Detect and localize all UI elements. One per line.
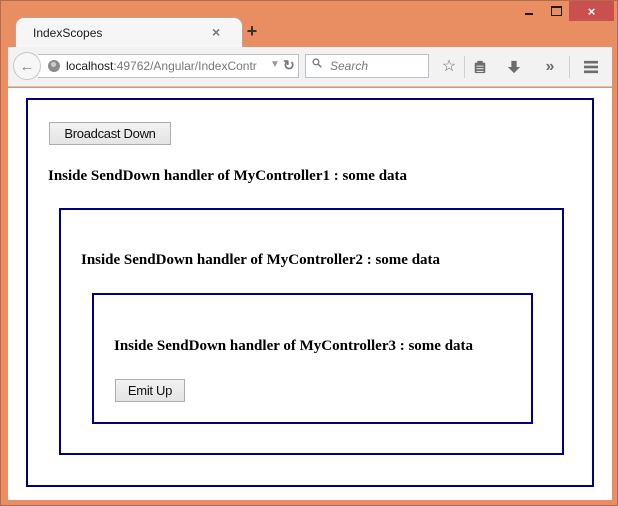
bookmark-star-icon[interactable]: ☆ — [438, 56, 460, 78]
close-window-button[interactable]: × — [569, 1, 614, 21]
minimize-icon — [525, 13, 533, 15]
new-tab-button[interactable]: + — [243, 21, 261, 41]
overflow-chevron-icon[interactable]: » — [539, 56, 561, 78]
url-text[interactable]: localhost:49762/Angular/IndexContr — [66, 59, 258, 73]
browser-tab[interactable]: IndexScopes × — [15, 17, 243, 48]
controller3-message: Inside SendDown handler of MyController3… — [114, 338, 474, 354]
download-icon[interactable] — [503, 56, 525, 78]
search-input[interactable]: Search — [305, 54, 429, 78]
reload-icon[interactable]: ↻ — [283, 57, 295, 74]
controller3-container: Inside SendDown handler of MyController3… — [92, 293, 533, 424]
search-icon — [312, 58, 322, 68]
globe-icon — [48, 60, 60, 72]
search-placeholder: Search — [330, 59, 369, 73]
browser-window: × IndexScopes × + localhost:49762/Angula… — [0, 0, 618, 506]
controller2-container: Inside SendDown handler of MyController2… — [59, 208, 564, 455]
close-icon: × — [587, 3, 596, 19]
controller1-message: Inside SendDown handler of MyController1… — [48, 168, 408, 184]
menu-icon[interactable] — [580, 56, 602, 78]
url-history-dropdown-icon[interactable]: ▼ — [270, 59, 280, 70]
reading-list-icon[interactable] — [469, 56, 491, 78]
controller2-message: Inside SendDown handler of MyController2… — [81, 252, 441, 268]
maximize-button[interactable] — [543, 1, 569, 21]
back-button[interactable]: ← — [13, 52, 41, 80]
back-arrow-icon: ← — [19, 57, 35, 75]
tab-close-icon[interactable]: × — [212, 24, 220, 40]
minimize-button[interactable] — [516, 1, 542, 21]
controller1-container: Broadcast Down Inside SendDown handler o… — [26, 98, 594, 487]
tab-title: IndexScopes — [33, 26, 103, 40]
navigation-toolbar: localhost:49762/Angular/IndexContr ▼ ↻ ←… — [8, 47, 612, 87]
toolbar-separator — [464, 56, 465, 78]
url-bar[interactable]: localhost:49762/Angular/IndexContr ▼ ↻ — [38, 54, 299, 78]
maximize-icon — [550, 6, 562, 16]
broadcast-down-button[interactable]: Broadcast Down — [49, 122, 171, 145]
toolbar-separator — [569, 56, 570, 78]
page-content: Broadcast Down Inside SendDown handler o… — [8, 88, 612, 500]
emit-up-button[interactable]: Emit Up — [115, 379, 185, 402]
